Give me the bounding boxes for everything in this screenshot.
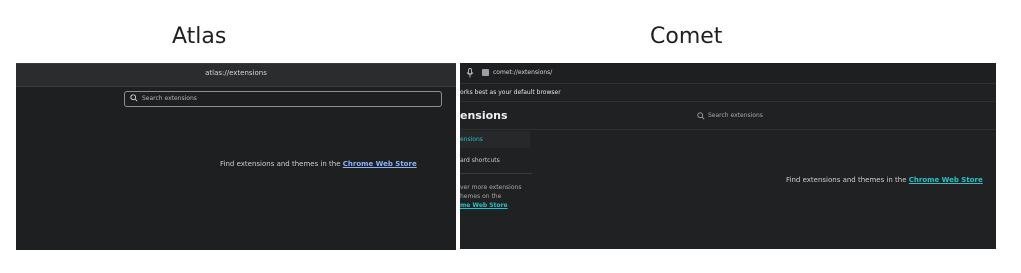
sidebar-discover-text: ver more extensions hemes on the me Web … [460, 183, 540, 210]
discover-line-1: ver more extensions [460, 184, 522, 191]
comet-store-link[interactable]: Chrome Web Store [909, 176, 983, 184]
atlas-window: atlas://extensions Search extensions Fin… [16, 63, 456, 250]
page-title: ensions [460, 109, 508, 122]
comet-find-message: Find extensions and themes in the Chrome… [786, 176, 983, 184]
atlas-find-text: Find extensions and themes in the [220, 160, 343, 168]
discover-line-2: hemes on the [460, 193, 502, 200]
sidebar-item-label: ensions [460, 136, 483, 143]
sidebar-item-extensions[interactable]: ensions [460, 131, 530, 148]
comet-address-bar[interactable]: comet://extensions/ [460, 63, 996, 84]
comet-find-text: Find extensions and themes in the [786, 176, 909, 184]
atlas-search-placeholder: Search extensions [142, 95, 197, 102]
atlas-url[interactable]: atlas://extensions [16, 69, 456, 77]
search-icon [697, 112, 705, 120]
atlas-find-message: Find extensions and themes in the Chrome… [220, 160, 417, 168]
banner-text: orks best as your default browser [460, 89, 561, 96]
comet-url[interactable]: comet://extensions/ [493, 69, 552, 76]
comet-window: comet://extensions/ orks best as your de… [460, 63, 996, 249]
microphone-icon[interactable] [466, 68, 474, 78]
comet-page-header: ensions Search extensions [460, 102, 996, 130]
comet-caption: Comet [650, 24, 723, 49]
comet-search-input[interactable]: Search extensions [708, 112, 763, 119]
atlas-caption: Atlas [172, 24, 227, 49]
sidebar-store-link[interactable]: me Web Store [460, 202, 508, 209]
sidebar-item-keyboard-shortcuts[interactable]: ard shortcuts [460, 157, 500, 164]
atlas-address-bar[interactable]: atlas://extensions [16, 64, 456, 87]
atlas-search-input[interactable]: Search extensions [124, 91, 442, 107]
atlas-store-link[interactable]: Chrome Web Store [343, 160, 417, 168]
default-browser-banner: orks best as your default browser [460, 84, 996, 102]
site-favicon-icon [482, 69, 489, 76]
sidebar-divider [460, 173, 532, 174]
search-icon [130, 94, 138, 102]
